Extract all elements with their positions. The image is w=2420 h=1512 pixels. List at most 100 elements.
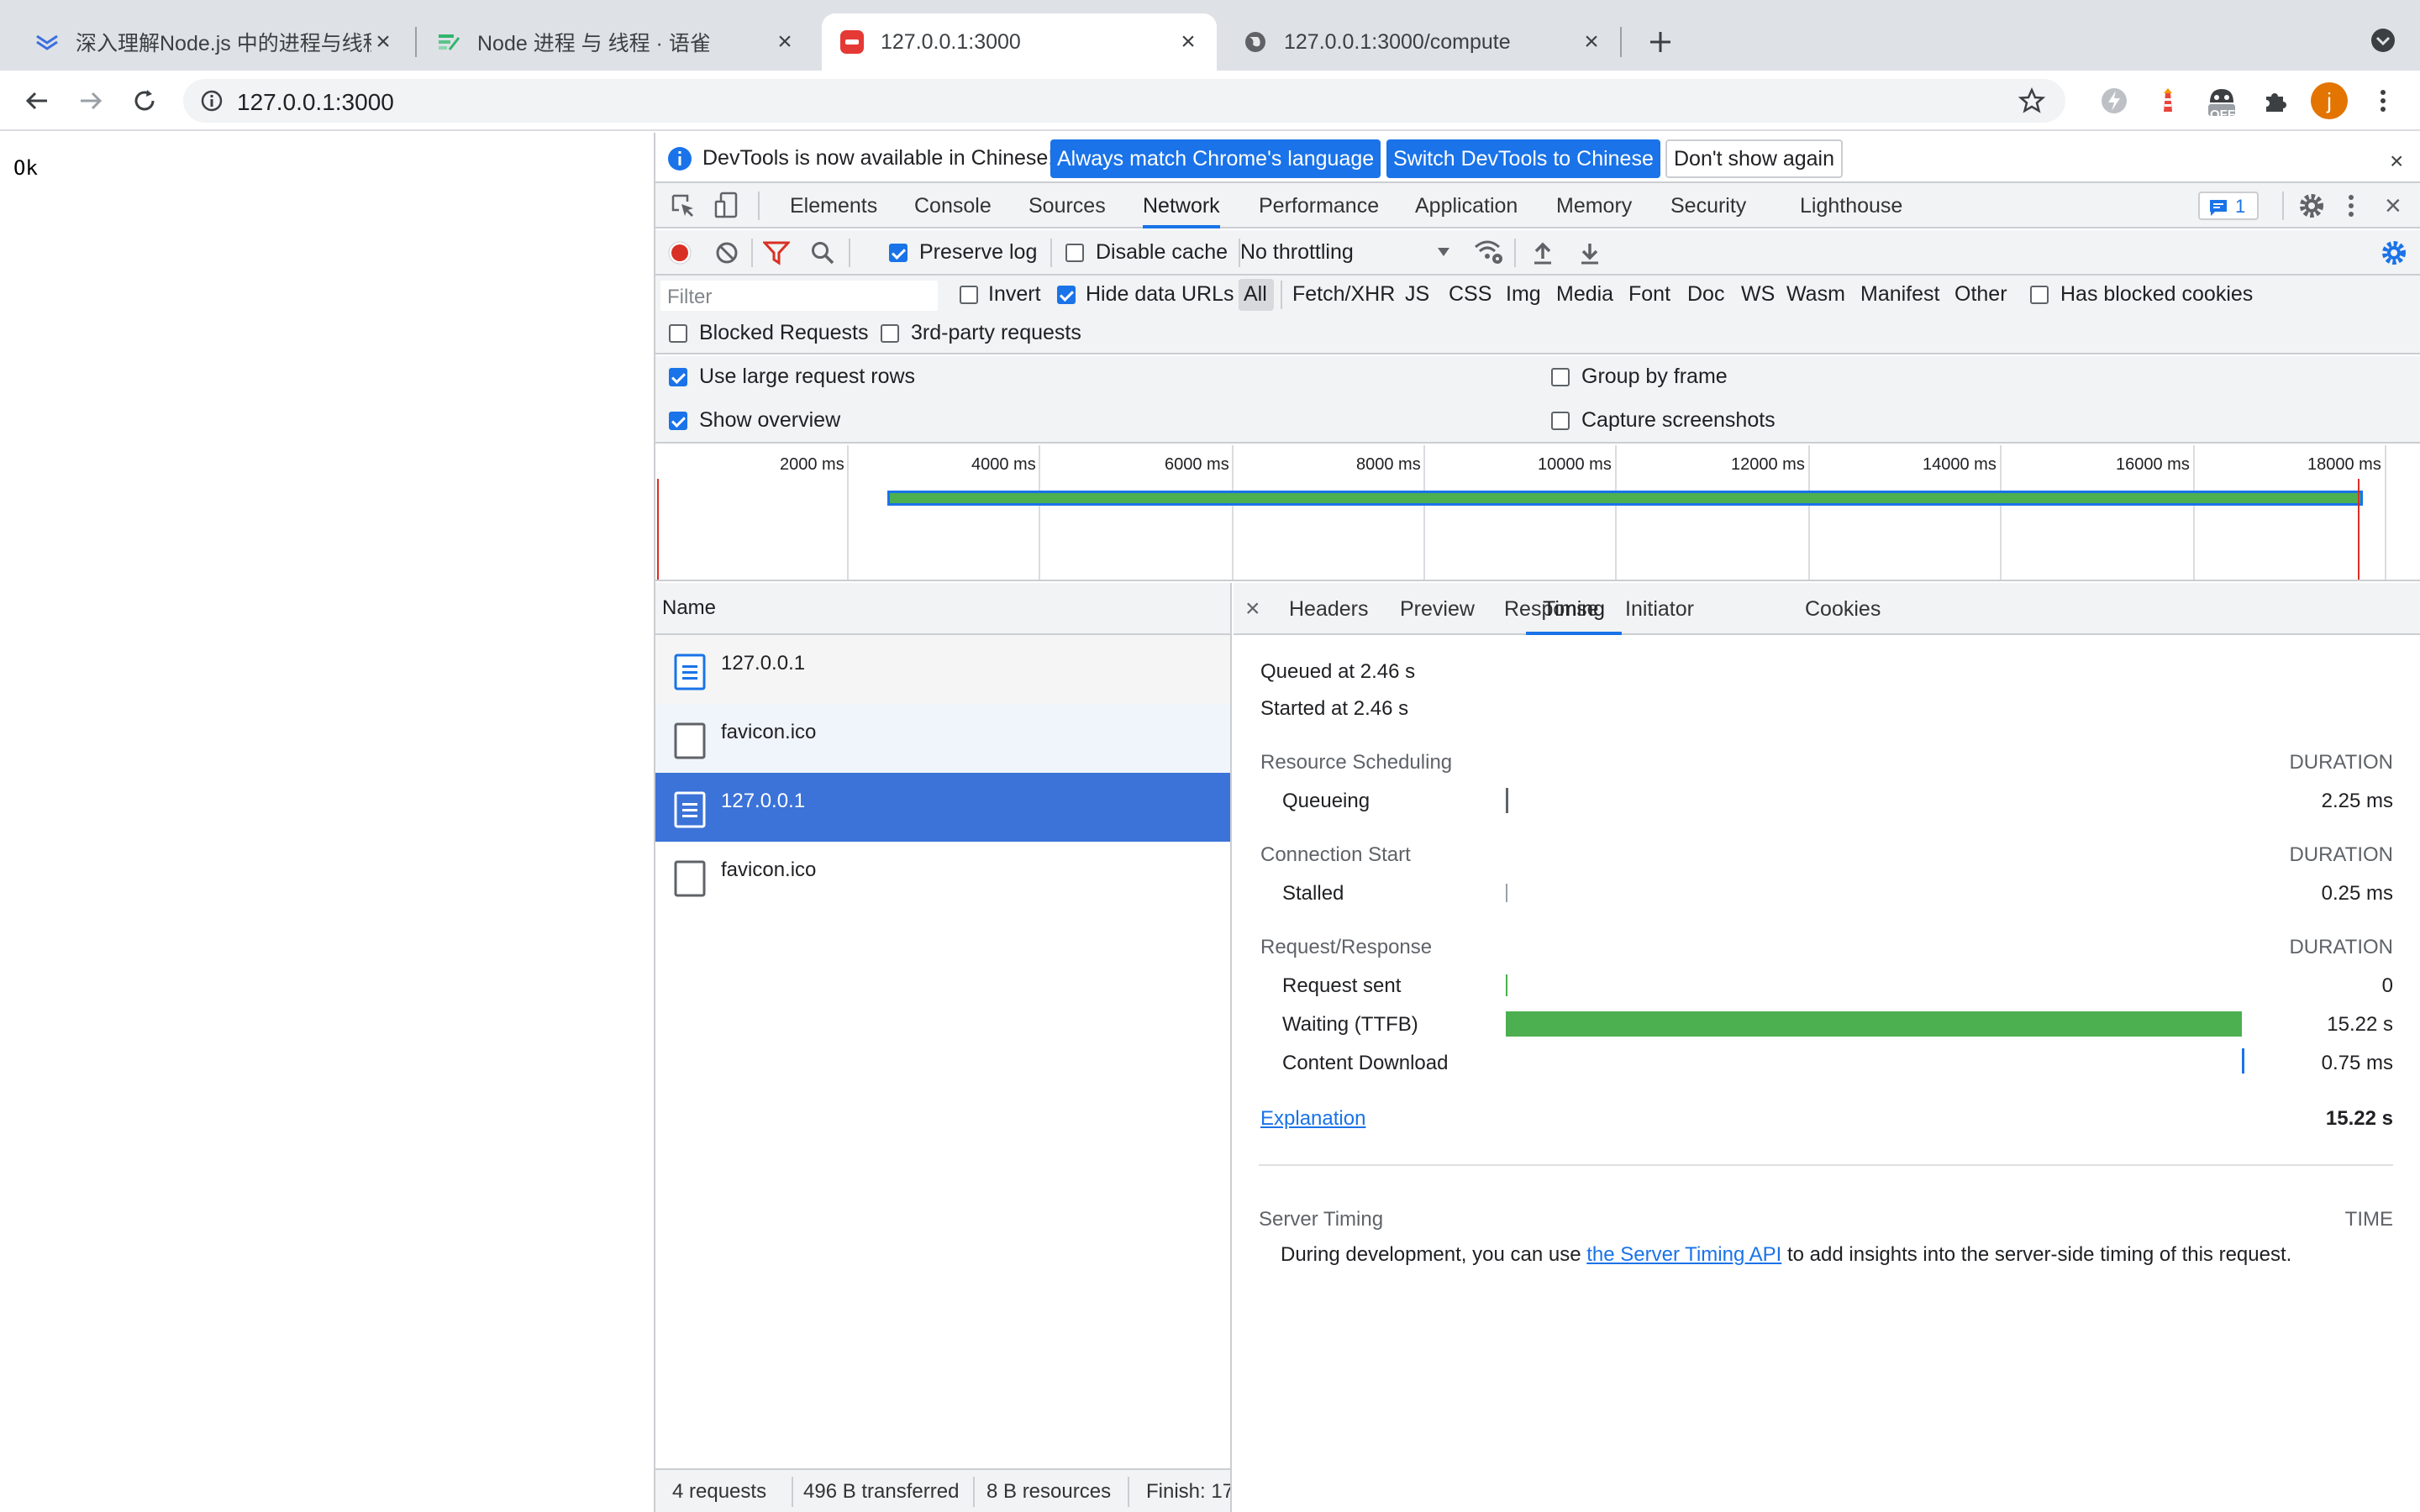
- network-conditions-icon[interactable]: [1474, 239, 1504, 265]
- tab-initiator[interactable]: Initiator: [1625, 583, 1694, 635]
- switch-language-button[interactable]: Switch DevTools to Chinese: [1386, 139, 1660, 178]
- settings-gear-icon[interactable]: [2297, 192, 2326, 220]
- server-timing-api-link[interactable]: the Server Timing API: [1586, 1243, 1781, 1266]
- filter-funnel-icon[interactable]: [763, 240, 790, 265]
- tab-sources[interactable]: Sources: [1028, 183, 1106, 228]
- tab-performance[interactable]: Performance: [1259, 183, 1379, 228]
- device-toolbar-icon[interactable]: [714, 192, 739, 218]
- group-by-frame-checkbox[interactable]: [1551, 368, 1570, 386]
- type-filter-wasm[interactable]: Wasm: [1786, 282, 1845, 307]
- type-filter-manifest[interactable]: Manifest: [1860, 282, 1939, 307]
- search-icon[interactable]: [810, 240, 835, 265]
- close-devtools-icon[interactable]: ×: [2385, 190, 2402, 223]
- tab-application[interactable]: Application: [1415, 183, 1518, 228]
- tab-1[interactable]: Node 进程 与 线程 · 语雀 ×: [418, 13, 813, 71]
- capture-screenshots-checkbox[interactable]: [1551, 412, 1570, 430]
- close-detail-icon[interactable]: ×: [1245, 595, 1260, 623]
- blocked-requests-checkbox[interactable]: [669, 324, 687, 343]
- hide-data-urls-checkbox[interactable]: [1057, 286, 1076, 304]
- close-tab-icon[interactable]: ×: [773, 28, 797, 55]
- section-title: Connection Start: [1260, 843, 1411, 866]
- tab-memory[interactable]: Memory: [1556, 183, 1632, 228]
- dropdown-caret-icon[interactable]: [1437, 247, 1450, 257]
- extension-lighthouse-icon[interactable]: [2148, 81, 2188, 121]
- back-icon[interactable]: [17, 81, 57, 121]
- tab-elements[interactable]: Elements: [790, 183, 877, 228]
- tab-search-icon[interactable]: [2368, 25, 2398, 55]
- close-tab-icon[interactable]: ×: [1580, 28, 1603, 55]
- extension-ghost-icon[interactable]: OFF: [2202, 81, 2242, 122]
- timing-label: Content Download: [1282, 1052, 1449, 1074]
- tab-0[interactable]: 深入理解Node.js 中的进程与线程 ×: [17, 13, 412, 71]
- type-filter-font[interactable]: Font: [1628, 282, 1670, 307]
- match-language-button[interactable]: Always match Chrome's language: [1050, 139, 1381, 178]
- import-har-icon[interactable]: [1531, 240, 1555, 265]
- site-info-icon[interactable]: [200, 89, 224, 113]
- type-filter-css[interactable]: CSS: [1449, 282, 1491, 307]
- site-favicon-icon: [839, 29, 865, 55]
- browser-menu-icon[interactable]: [2363, 81, 2403, 121]
- filter-input[interactable]: Filter: [660, 281, 938, 311]
- name-column-header[interactable]: Name: [662, 596, 716, 620]
- section-divider: [1259, 1164, 2393, 1166]
- type-filter-other[interactable]: Other: [1954, 282, 2007, 307]
- type-filter-fetch[interactable]: Fetch/XHR: [1292, 282, 1395, 307]
- reload-icon[interactable]: [124, 81, 165, 121]
- dont-show-again-button[interactable]: Don't show again: [1665, 139, 1844, 178]
- request-list-header: Name: [655, 583, 1230, 635]
- network-settings-gear-icon[interactable]: [2380, 239, 2408, 267]
- tab-network[interactable]: Network: [1143, 183, 1220, 228]
- request-name: 127.0.0.1: [721, 652, 806, 675]
- extension-bolt-icon[interactable]: [2094, 81, 2134, 121]
- type-filter-js[interactable]: JS: [1405, 282, 1429, 307]
- type-filter-media[interactable]: Media: [1556, 282, 1613, 307]
- close-tab-icon[interactable]: ×: [371, 28, 395, 55]
- devtools-menu-icon[interactable]: [2343, 192, 2360, 220]
- bookmark-star-icon[interactable]: [2018, 87, 2045, 114]
- forward-icon[interactable]: [71, 81, 111, 121]
- network-overview[interactable]: 2000 ms 4000 ms 6000 ms 8000 ms 10000 ms…: [655, 445, 2420, 581]
- record-icon[interactable]: [667, 240, 692, 265]
- tab-2[interactable]: 127.0.0.1:3000 ×: [822, 13, 1217, 71]
- table-row[interactable]: 127.0.0.1: [655, 773, 1230, 842]
- invert-checkbox[interactable]: [960, 286, 978, 304]
- issues-button[interactable]: 1: [2198, 192, 2259, 220]
- tab-timing[interactable]: Timing: [1526, 583, 1623, 635]
- clear-icon[interactable]: [714, 240, 739, 265]
- tab-security[interactable]: Security: [1670, 183, 1746, 228]
- type-filter-img[interactable]: Img: [1506, 282, 1541, 307]
- inspect-element-icon[interactable]: [671, 193, 696, 218]
- throttling-select[interactable]: No throttling: [1240, 240, 1354, 265]
- table-row[interactable]: favicon.ico: [655, 704, 1230, 773]
- preserve-log-checkbox[interactable]: [889, 244, 908, 262]
- close-infobar-icon[interactable]: ×: [2390, 148, 2403, 175]
- server-timing-col: TIME: [2344, 1208, 2393, 1231]
- tab-console[interactable]: Console: [914, 183, 992, 228]
- tab-lighthouse[interactable]: Lighthouse: [1800, 183, 1902, 228]
- extensions-puzzle-icon[interactable]: [2255, 81, 2296, 121]
- document-icon: [674, 654, 706, 690]
- show-overview-checkbox[interactable]: [669, 412, 687, 430]
- table-row[interactable]: favicon.ico: [655, 842, 1230, 911]
- third-party-checkbox[interactable]: [881, 324, 899, 343]
- export-har-icon[interactable]: [1578, 240, 1602, 265]
- explanation-link[interactable]: Explanation: [1260, 1107, 1365, 1131]
- type-filter-all[interactable]: All: [1244, 282, 1267, 307]
- disable-cache-checkbox[interactable]: [1065, 244, 1084, 262]
- tab-headers[interactable]: Headers: [1289, 583, 1369, 635]
- type-filter-doc[interactable]: Doc: [1687, 282, 1724, 307]
- close-tab-icon[interactable]: ×: [1176, 28, 1200, 55]
- large-rows-checkbox[interactable]: [669, 368, 687, 386]
- tab-preview[interactable]: Preview: [1400, 583, 1475, 635]
- address-bar[interactable]: 127.0.0.1:3000: [183, 79, 2065, 123]
- yuque-docs-icon: [34, 29, 60, 55]
- new-tab-icon[interactable]: [1640, 22, 1681, 62]
- profile-avatar[interactable]: j: [2309, 81, 2349, 121]
- divider: [758, 192, 760, 220]
- tab-3[interactable]: 127.0.0.1:3000/compute ×: [1225, 13, 1620, 71]
- type-filter-ws[interactable]: WS: [1741, 282, 1775, 307]
- has-blocked-cookies-checkbox[interactable]: [2030, 286, 2049, 304]
- request-sent-bar: [1506, 974, 1507, 996]
- table-row[interactable]: 127.0.0.1: [655, 635, 1230, 704]
- tab-cookies[interactable]: Cookies: [1805, 583, 1881, 635]
